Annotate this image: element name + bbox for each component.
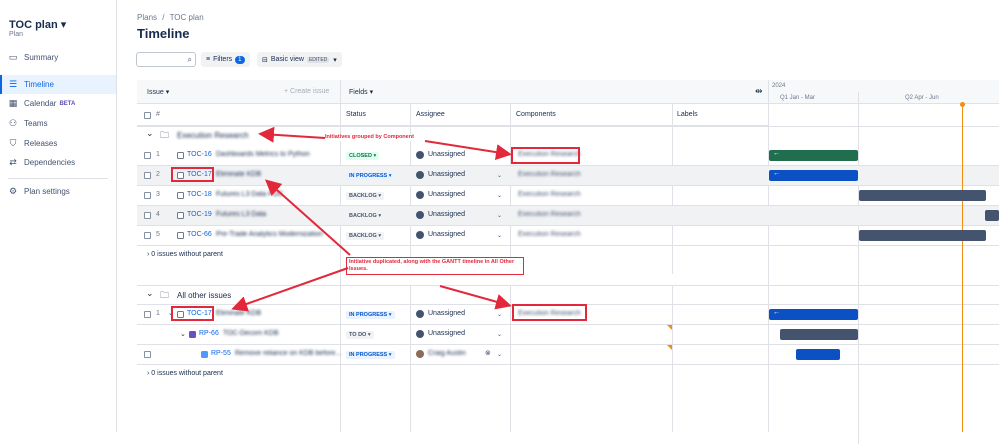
annotation-arrows — [231, 126, 512, 312]
